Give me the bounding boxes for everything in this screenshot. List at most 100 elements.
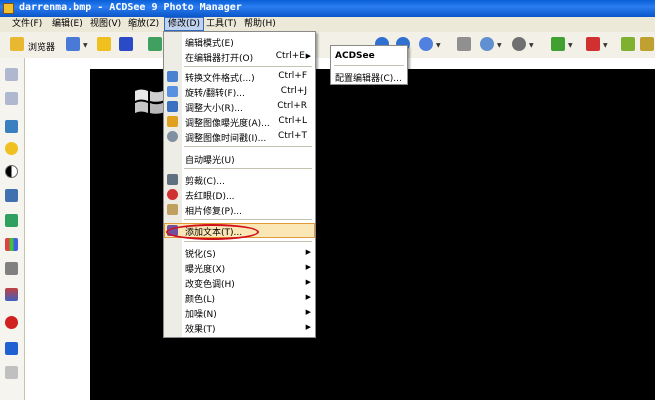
rotate-icon <box>167 86 178 97</box>
menu-item-exposure[interactable]: 曝光度(X) ▶ <box>164 260 315 275</box>
menu-modify[interactable]: 修改(D) <box>164 17 204 31</box>
slideshow-icon[interactable] <box>551 37 565 51</box>
title-bar: darrenma.bmp - ACDSee 9 Photo Manager <box>0 0 655 17</box>
submenu-arrow-icon: ▶ <box>305 308 311 316</box>
dropdown-arrow-icon[interactable]: ▼ <box>83 42 88 49</box>
menu-view[interactable]: 视图(V) <box>87 18 124 31</box>
resize-icon <box>167 101 178 112</box>
menu-item-edit-mode[interactable]: 编辑模式(E) <box>164 34 315 49</box>
menu-item-label: 剪裁(C)... <box>185 177 225 187</box>
menu-tools[interactable]: 工具(T) <box>203 18 240 31</box>
menu-item-label: 调整图像时间戳(I)... <box>185 134 267 144</box>
disc-icon[interactable] <box>512 37 526 51</box>
sharpen-icon[interactable] <box>5 342 18 355</box>
image-icon[interactable] <box>148 37 162 51</box>
tool-icon[interactable] <box>621 37 635 51</box>
menu-item-red-eye[interactable]: 去红眼(D)... <box>164 187 315 202</box>
menu-edit[interactable]: 编辑(E) <box>49 18 86 31</box>
rotate-left-icon[interactable] <box>5 68 18 81</box>
menu-item-color[interactable]: 颜色(L) ▶ <box>164 290 315 305</box>
app-icon <box>3 3 14 14</box>
bandage-icon <box>167 204 178 215</box>
left-tool-panel <box>0 58 25 400</box>
menu-item-label: 在编辑器打开(O) <box>185 54 254 64</box>
menu-item-sharpen[interactable]: 锐化(S) ▶ <box>164 245 315 260</box>
menu-item-change-tone[interactable]: 改变色调(H) ▶ <box>164 275 315 290</box>
dropdown-arrow-icon[interactable]: ▼ <box>529 42 534 49</box>
dropdown-arrow-icon[interactable]: ▼ <box>497 42 502 49</box>
zoom-icon[interactable] <box>419 37 433 51</box>
effects-icon[interactable] <box>586 37 600 51</box>
submenu-arrow-icon: ▶ <box>305 323 311 331</box>
color-icon[interactable] <box>5 288 18 301</box>
menu-item-label: 加噪(N) <box>185 310 217 320</box>
crop-icon <box>167 174 178 185</box>
browser-icon[interactable] <box>10 37 24 51</box>
menu-item-photo-repair[interactable]: 相片修复(P)... <box>164 202 315 217</box>
edit-icon[interactable] <box>66 37 80 51</box>
menu-separator <box>184 241 312 242</box>
convert-icon <box>167 71 178 82</box>
browser-button[interactable]: 浏览器 <box>28 40 55 53</box>
menu-item-label: 调整图像曝光度(A)... <box>185 119 270 129</box>
exposure-icon <box>167 116 178 127</box>
menu-item-shortcut: Ctrl+E <box>275 51 305 61</box>
menu-item-label: 转换文件格式(...) <box>185 74 255 84</box>
rotate-right-icon[interactable] <box>5 92 18 105</box>
menu-separator <box>334 65 404 66</box>
contrast-icon[interactable] <box>5 165 18 178</box>
histogram-icon[interactable] <box>5 262 18 275</box>
menu-item-label: 编辑模式(E) <box>185 39 234 49</box>
toolbar: 浏览器 ▼ ▼ ▼ ▼ ▼ ▼ <box>0 32 655 59</box>
menu-item-label: 调整大小(R)... <box>185 104 243 114</box>
menu-help[interactable]: 帮助(H) <box>241 18 279 31</box>
print-icon[interactable] <box>457 37 471 51</box>
menu-item-adjust-timestamp[interactable]: 调整图像时间戳(I)... Ctrl+T <box>164 129 315 144</box>
submenu-arrow-icon: ▶ <box>305 248 311 256</box>
menu-item-convert-format[interactable]: 转换文件格式(...) Ctrl+F <box>164 69 315 84</box>
noise-icon[interactable] <box>5 366 18 379</box>
highlight-circle <box>166 224 259 240</box>
menu-item-shortcut: Ctrl+L <box>278 116 307 126</box>
menu-item-shortcut: Ctrl+J <box>280 86 307 96</box>
tool-icon[interactable] <box>640 37 654 51</box>
menu-file[interactable]: 文件(F) <box>9 18 45 31</box>
open-in-editor-submenu: ACDSee 配置编辑器(C)... <box>330 45 408 85</box>
dropdown-arrow-icon[interactable]: ▼ <box>436 42 441 49</box>
menu-separator <box>184 146 312 147</box>
menu-item-add-noise[interactable]: 加噪(N) ▶ <box>164 305 315 320</box>
submenu-item-configure-editor[interactable]: 配置编辑器(C)... <box>335 71 402 84</box>
levels-icon[interactable] <box>5 238 18 251</box>
menu-item-label: 曝光度(X) <box>185 265 226 275</box>
submenu-arrow-icon: ▶ <box>305 293 311 301</box>
submenu-arrow-icon: ▶ <box>305 52 311 60</box>
menu-item-shortcut: Ctrl+T <box>277 131 307 141</box>
dropdown-arrow-icon[interactable]: ▼ <box>603 42 608 49</box>
sun-icon[interactable] <box>5 142 18 155</box>
menu-item-crop[interactable]: 剪裁(C)... <box>164 172 315 187</box>
menu-item-auto-exposure[interactable]: 自动曝光(U) <box>164 151 315 166</box>
crop-icon[interactable] <box>5 189 18 202</box>
landscape-icon[interactable] <box>5 214 18 227</box>
menu-zoom[interactable]: 缩放(Z) <box>125 18 162 31</box>
submenu-arrow-icon: ▶ <box>305 278 311 286</box>
dropdown-arrow-icon[interactable]: ▼ <box>568 42 573 49</box>
submenu-item-acdsee[interactable]: ACDSee <box>335 51 375 61</box>
menu-item-label: 自动曝光(U) <box>185 156 235 166</box>
menu-item-adjust-exposure[interactable]: 调整图像曝光度(A)... Ctrl+L <box>164 114 315 129</box>
menu-item-rotate-flip[interactable]: 旋转/翻转(F)... Ctrl+J <box>164 84 315 99</box>
red-eye-icon[interactable] <box>5 316 18 329</box>
eye-icon <box>167 189 178 200</box>
menu-item-label: 相片修复(P)... <box>185 207 243 217</box>
menu-item-resize[interactable]: 调整大小(R)... Ctrl+R <box>164 99 315 114</box>
menu-separator <box>184 168 312 169</box>
photo-icon[interactable] <box>5 120 18 133</box>
modify-menu: 编辑模式(E) 在编辑器打开(O) Ctrl+E ▶ 转换文件格式(...) C… <box>163 31 316 338</box>
menu-item-effects[interactable]: 效果(T) ▶ <box>164 320 315 335</box>
email-icon[interactable] <box>480 37 494 51</box>
save-icon[interactable] <box>119 37 133 51</box>
folder-icon[interactable] <box>97 37 111 51</box>
menu-bar: 文件(F) 编辑(E) 视图(V) 缩放(Z) 修改(D) 工具(T) 帮助(H… <box>0 17 655 33</box>
menu-separator <box>184 219 312 220</box>
menu-item-open-in-editor[interactable]: 在编辑器打开(O) Ctrl+E ▶ <box>164 49 315 64</box>
